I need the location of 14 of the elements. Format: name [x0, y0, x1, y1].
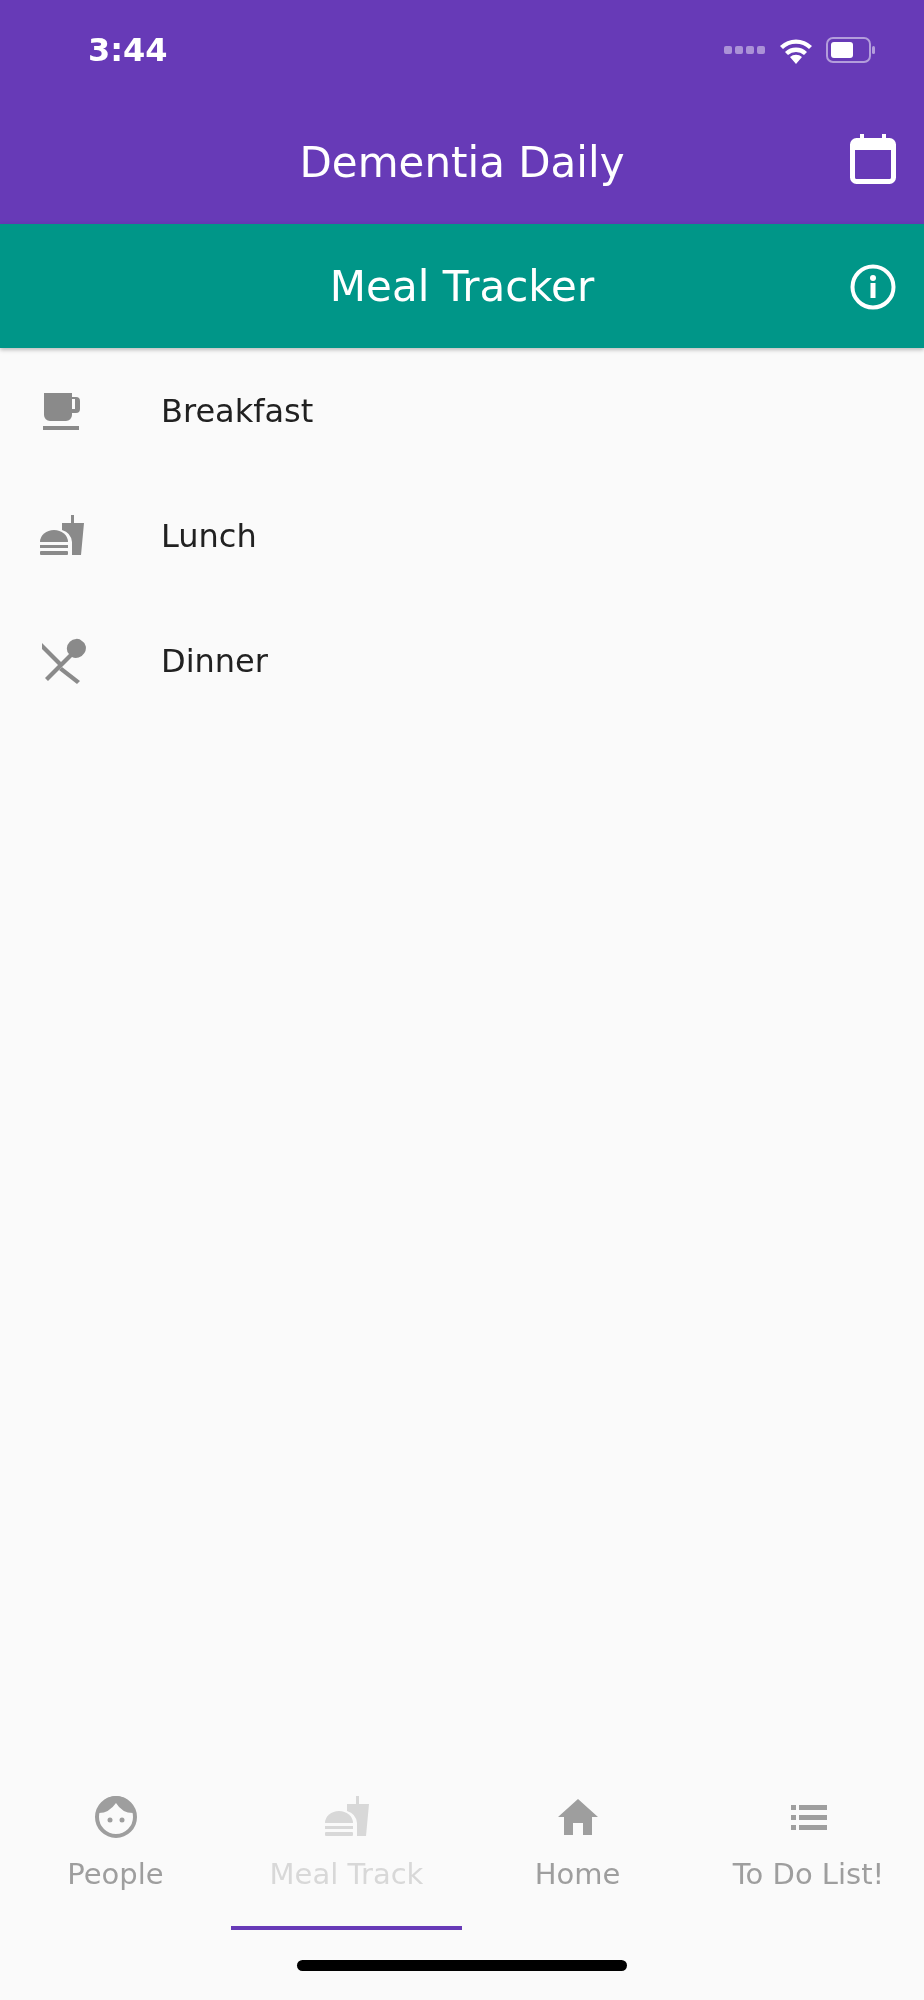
meal-item[interactable]: Dinner — [161, 641, 268, 680]
meal-item[interactable]: Lunch — [161, 516, 257, 555]
meal-item[interactable]: Breakfast — [161, 391, 314, 430]
home-indicator[interactable] — [297, 1959, 627, 1971]
nav-tab[interactable]: People — [0, 1765, 231, 1930]
nav-tab[interactable]: Home — [462, 1765, 693, 1930]
section-title: Meal Tracker — [329, 261, 595, 311]
battery-icon — [826, 37, 876, 63]
info-icon[interactable] — [850, 264, 896, 310]
signal-icon — [724, 44, 766, 56]
nav-tab[interactable]: To Do List! — [693, 1765, 924, 1930]
calendar-icon[interactable] — [850, 134, 896, 184]
app-title: Dementia Daily — [299, 137, 625, 187]
status-time: 3:44 — [88, 31, 169, 69]
